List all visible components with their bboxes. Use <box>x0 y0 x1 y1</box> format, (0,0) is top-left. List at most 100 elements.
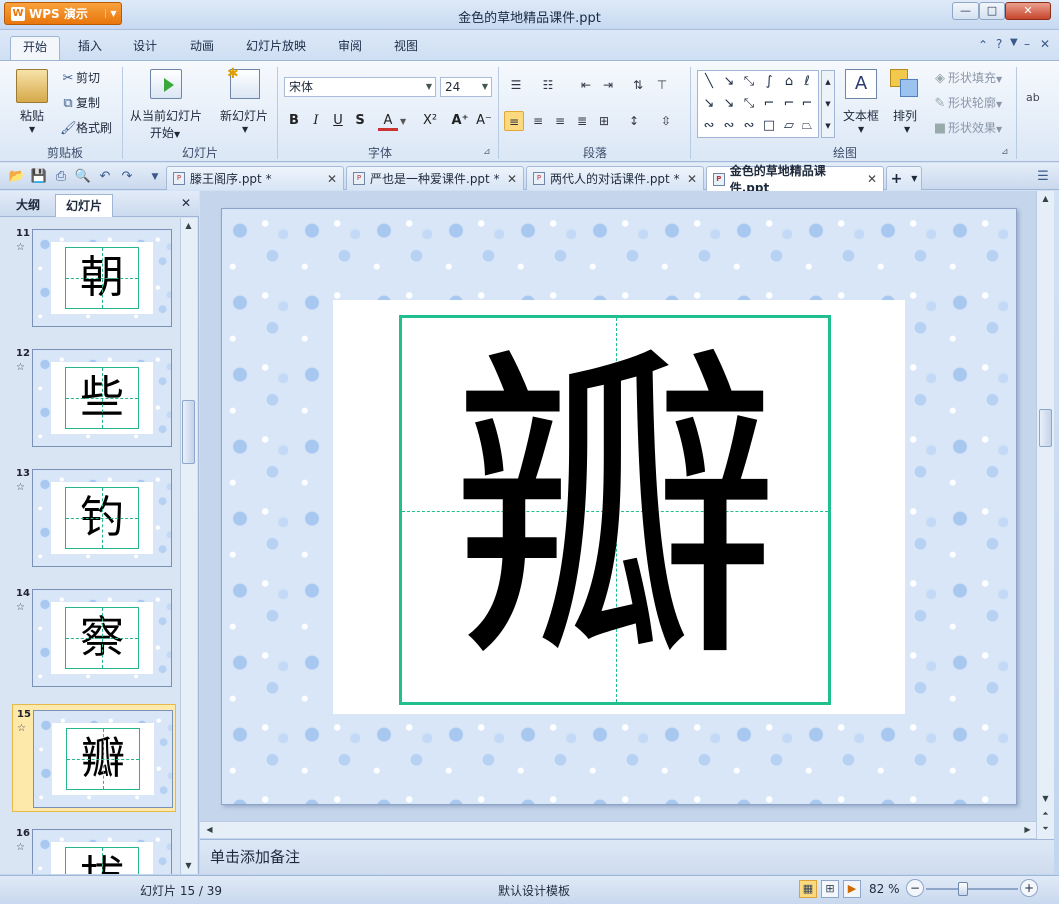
gallery-scroll[interactable]: ▲ ▼ ▼ <box>821 70 835 138</box>
trapezoid-shape-icon[interactable]: ⏢ <box>798 117 816 135</box>
save-icon[interactable]: 💾 <box>30 168 48 186</box>
chevron-down-icon[interactable]: ▼ <box>242 125 248 134</box>
arrange-icon[interactable] <box>890 69 918 97</box>
slideshow-start-label[interactable]: 开始 <box>150 126 174 140</box>
align-center-icon[interactable]: ≡ <box>528 111 548 131</box>
zoom-slider-track[interactable] <box>926 888 1018 890</box>
new-slide-icon[interactable]: ✱ <box>227 66 260 99</box>
connector-arrow-shape-icon[interactable]: ↘ <box>720 95 738 113</box>
text-direction-icon[interactable]: ⇅ <box>628 75 648 95</box>
connector-double-shape-icon[interactable]: ⤡ <box>740 95 758 113</box>
curve-shape-icon[interactable]: ∫ <box>760 73 778 91</box>
parallelogram-shape-icon[interactable]: ▱ <box>780 117 798 135</box>
chevron-down-icon[interactable]: ▼ <box>423 78 435 96</box>
close-doc-icon[interactable]: ✕ <box>1040 37 1050 51</box>
doc-tab-4-active[interactable]: P 金色的草地精品课件.ppt ✕ <box>706 164 884 195</box>
arrange-button[interactable]: 排列 <box>893 107 917 124</box>
paste-icon[interactable] <box>16 69 48 103</box>
textbox-button[interactable]: 文本框 <box>843 107 879 124</box>
curved-arrow-shape-icon[interactable]: ∾ <box>720 117 738 135</box>
character-textbox[interactable]: 瓣 <box>399 315 831 705</box>
doc-tab-1[interactable]: P 滕王阁序.ppt * ✕ <box>166 166 344 190</box>
slide-thumbnail-14[interactable]: 14 ☆ 察 <box>12 584 176 692</box>
paste-button[interactable]: 粘贴 <box>20 107 44 124</box>
undo-icon[interactable]: ↶ <box>96 168 114 186</box>
line-shape-icon[interactable]: ╲ <box>700 73 718 91</box>
shape-fill-button[interactable]: 形状填充 <box>948 71 996 85</box>
tab-design[interactable]: 设计 <box>121 36 169 60</box>
new-tab-button[interactable]: + ▼ <box>886 166 922 190</box>
align-right-icon[interactable]: ≡ <box>550 111 570 131</box>
open-folder-icon[interactable]: 📂 <box>8 168 26 186</box>
redo-icon[interactable]: ↷ <box>118 168 136 186</box>
minimize-button[interactable]: — <box>952 2 979 20</box>
more-tools-icon[interactable]: ab <box>1026 91 1040 104</box>
decrease-font-icon[interactable]: A⁻ <box>474 111 494 131</box>
copy-button[interactable]: 复制 <box>76 96 100 110</box>
previous-slide-icon[interactable]: ⏶ <box>1038 806 1053 821</box>
tab-slideshow[interactable]: 幻灯片放映 <box>234 36 318 60</box>
underline-button[interactable]: U <box>328 111 348 131</box>
curved-connector-shape-icon[interactable]: ∾ <box>700 117 718 135</box>
from-current-slide-button[interactable]: 从当前幻灯片 <box>130 107 202 124</box>
increase-indent-icon[interactable]: ⇥ <box>598 75 618 95</box>
chevron-down-icon[interactable]: ▼ <box>911 174 917 183</box>
bullet-list-icon[interactable]: ☰ <box>506 75 526 95</box>
chevron-down-icon[interactable]: ▼ <box>174 130 180 139</box>
tab-list-icon[interactable]: ☰ <box>1034 168 1052 186</box>
play-from-current-icon[interactable] <box>150 69 182 99</box>
close-panel-icon[interactable]: ✕ <box>181 196 191 210</box>
line-spacing-icon[interactable]: ↕ <box>624 111 644 131</box>
chevron-down-icon[interactable]: ▼ <box>904 125 910 134</box>
elbow-arrow-shape-icon[interactable]: ⌐ <box>780 95 798 113</box>
superscript-icon[interactable]: X² <box>420 111 440 131</box>
close-button[interactable]: ✕ <box>1005 2 1051 20</box>
scroll-right-icon[interactable]: ▶ <box>1020 822 1035 837</box>
elbow-double-shape-icon[interactable]: ⌐ <box>798 95 816 113</box>
tab-view[interactable]: 视图 <box>382 36 430 60</box>
slide-thumbnail-11[interactable]: 11 ☆ 朝 <box>12 224 176 332</box>
double-arrow-shape-icon[interactable]: ⤡ <box>740 73 758 91</box>
tab-animation[interactable]: 动画 <box>178 36 226 60</box>
dialog-launcher-icon[interactable]: ⊿ <box>1001 147 1009 157</box>
slide-thumbnail-13[interactable]: 13 ☆ 钓 <box>12 464 176 572</box>
bold-button[interactable]: B <box>284 111 304 131</box>
connector-shape-icon[interactable]: ↘ <box>700 95 718 113</box>
slide-thumbnail-12[interactable]: 12 ☆ 些 <box>12 344 176 452</box>
rectangle-shape-icon[interactable]: □ <box>760 117 778 135</box>
zoom-out-button[interactable]: − <box>906 879 924 897</box>
new-slide-button[interactable]: 新幻灯片 <box>220 107 268 124</box>
chevron-down-icon[interactable]: ▼ <box>29 125 35 134</box>
cut-button[interactable]: 剪切 <box>76 71 100 85</box>
tab-review[interactable]: 审阅 <box>326 36 374 60</box>
close-tab-icon[interactable]: ✕ <box>507 172 517 186</box>
text-shadow-button[interactable]: S <box>350 111 370 131</box>
format-painter-button[interactable]: 格式刷 <box>76 121 112 135</box>
tab-outline[interactable]: 大纲 <box>6 194 50 217</box>
italic-button[interactable]: I <box>306 111 326 131</box>
font-name-combo[interactable]: 宋体 ▼ <box>284 77 436 97</box>
normal-view-icon[interactable]: ▦ <box>799 880 817 898</box>
notes-pane[interactable]: 单击添加备注 <box>200 839 1054 874</box>
font-color-button[interactable]: A <box>378 111 398 131</box>
tab-insert[interactable]: 插入 <box>66 36 114 60</box>
increase-font-icon[interactable]: A⁺ <box>450 111 470 131</box>
shape-outline-button[interactable]: 形状轮廓 <box>948 96 996 110</box>
justify-icon[interactable]: ≣ <box>572 111 592 131</box>
chevron-down-icon[interactable]: ▼ <box>400 117 406 126</box>
current-slide[interactable]: 瓣 <box>221 208 1017 805</box>
minimize-ribbon-icon[interactable]: – <box>1024 37 1030 51</box>
print-icon[interactable]: ⎙ <box>52 168 70 186</box>
slide-sorter-icon[interactable]: ⊞ <box>821 880 839 898</box>
scroll-down-icon[interactable]: ▼ <box>1038 791 1053 806</box>
scroll-thumb[interactable] <box>182 400 195 464</box>
freeform-shape-icon[interactable]: ⌂ <box>780 73 798 91</box>
paragraph-spacing-icon[interactable]: ⇳ <box>656 111 676 131</box>
chevron-down-icon[interactable]: ▼ <box>858 125 864 134</box>
vertical-align-icon[interactable]: ⊤ <box>652 75 672 95</box>
zoom-slider-thumb[interactable] <box>958 882 968 896</box>
zoom-in-button[interactable]: + <box>1020 879 1038 897</box>
help-icon[interactable]: ? <box>996 37 1002 51</box>
scribble-shape-icon[interactable]: ℓ <box>798 73 816 91</box>
arrow-shape-icon[interactable]: ↘ <box>720 73 738 91</box>
